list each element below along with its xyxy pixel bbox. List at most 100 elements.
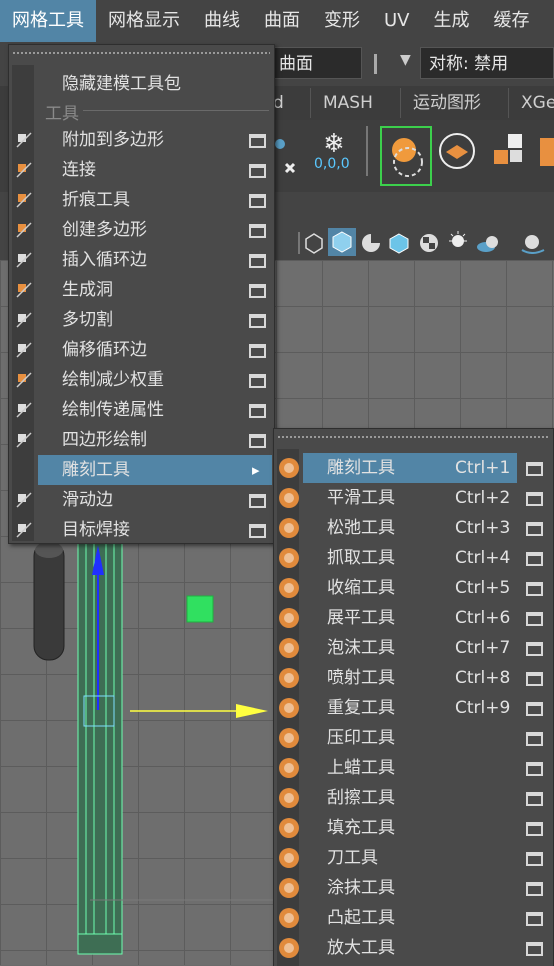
menu-item-create-polygon[interactable]: 创建多边形 bbox=[38, 215, 272, 245]
menu-set-selector[interactable]: 曲面 bbox=[270, 47, 362, 79]
option-box-icon[interactable] bbox=[526, 912, 543, 926]
checker-icon[interactable] bbox=[418, 232, 440, 259]
option-box-icon[interactable] bbox=[526, 702, 543, 716]
option-box-icon[interactable] bbox=[526, 672, 543, 686]
menu-item-target-weld[interactable]: 目标焊接 bbox=[38, 515, 272, 545]
menu-item-slide-edge[interactable]: 滑动边 bbox=[38, 485, 272, 515]
option-box-icon[interactable] bbox=[249, 284, 266, 298]
sculpt-shelf-button[interactable] bbox=[380, 126, 432, 186]
option-box-icon[interactable] bbox=[526, 792, 543, 806]
menu-item-quad-draw[interactable]: 四边形绘制 bbox=[38, 425, 272, 455]
sculpt-menu-item[interactable]: 平滑工具 Ctrl+2 bbox=[303, 483, 517, 513]
symmetry-selector[interactable]: 对称: 禁用 bbox=[420, 47, 554, 79]
sculpt-menu-item[interactable]: 凸起工具 bbox=[303, 903, 517, 933]
textured-icon[interactable] bbox=[388, 232, 410, 259]
wireframe-icon[interactable] bbox=[304, 232, 324, 259]
multi-cut-icon bbox=[14, 310, 34, 330]
menu-surfaces[interactable]: 曲面 bbox=[252, 0, 312, 42]
option-box-icon[interactable] bbox=[249, 134, 266, 148]
sculpt-menu-item[interactable]: 刀工具 bbox=[303, 843, 517, 873]
menu-item-crease[interactable]: 折痕工具 bbox=[38, 185, 272, 215]
menu-deform[interactable]: 变形 bbox=[312, 0, 372, 42]
menu-item-connect[interactable]: 连接 bbox=[38, 155, 272, 185]
option-box-icon[interactable] bbox=[526, 762, 543, 776]
option-box-icon[interactable] bbox=[249, 224, 266, 238]
submenu-tearoff[interactable] bbox=[278, 431, 549, 443]
shelf-tab-motion-graphics[interactable]: 运动图形 bbox=[400, 88, 493, 118]
menu-item-insert-edge-loop[interactable]: 插入循环边 bbox=[38, 245, 272, 275]
option-box-icon[interactable] bbox=[526, 582, 543, 596]
sculpt-tool-label: 上蜡工具 bbox=[327, 758, 395, 778]
sculpt-menu-item[interactable]: 刮擦工具 bbox=[303, 783, 517, 813]
menu-item-multi-cut[interactable]: 多切割 bbox=[38, 305, 272, 335]
sculpt-menu-item[interactable]: 压印工具 bbox=[303, 723, 517, 753]
option-box-icon[interactable] bbox=[249, 314, 266, 328]
menu-tearoff[interactable] bbox=[13, 47, 270, 59]
menu-uv[interactable]: UV bbox=[372, 0, 422, 42]
slide-edge-icon bbox=[14, 490, 34, 510]
menu-curves[interactable]: 曲线 bbox=[192, 0, 252, 42]
light-icon[interactable] bbox=[446, 230, 470, 259]
sculpt-menu-item[interactable]: 抓取工具 Ctrl+4 bbox=[303, 543, 517, 573]
offset-edge-loop-icon bbox=[14, 340, 34, 360]
menu-item-append-polygon[interactable]: 附加到多边形 bbox=[38, 125, 272, 155]
snowflake-icon[interactable]: ❄ 0,0,0 bbox=[312, 128, 356, 184]
option-box-icon[interactable] bbox=[249, 344, 266, 358]
option-box-icon[interactable] bbox=[249, 374, 266, 388]
sculpt-menu-item[interactable]: 喷射工具 Ctrl+8 bbox=[303, 663, 517, 693]
option-box-icon[interactable] bbox=[526, 822, 543, 836]
sculpt-tool-label: 压印工具 bbox=[327, 728, 395, 748]
option-box-icon[interactable] bbox=[249, 434, 266, 448]
option-box-icon[interactable] bbox=[249, 524, 266, 538]
plane-shelf-icon[interactable] bbox=[438, 132, 476, 170]
option-box-icon[interactable] bbox=[526, 462, 543, 476]
sculpt-menu-item[interactable]: 填充工具 bbox=[303, 813, 517, 843]
menu-mesh-display[interactable]: 网格显示 bbox=[96, 0, 192, 42]
shelf-tab-mash[interactable]: MASH bbox=[310, 88, 385, 118]
menu-item-paint-reduce-weights[interactable]: 绘制减少权重 bbox=[38, 365, 272, 395]
menu-item-make-hole[interactable]: 生成洞 bbox=[38, 275, 272, 305]
option-box-icon[interactable] bbox=[249, 194, 266, 208]
sculpt-menu-item[interactable]: 涂抹工具 bbox=[303, 873, 517, 903]
sculpt-menu-item[interactable]: 泡沫工具 Ctrl+7 bbox=[303, 633, 517, 663]
option-box-icon[interactable] bbox=[526, 852, 543, 866]
option-box-icon[interactable] bbox=[526, 492, 543, 506]
option-box-icon[interactable] bbox=[249, 404, 266, 418]
option-box-icon[interactable] bbox=[249, 494, 266, 508]
sculpt-brush-icon bbox=[279, 818, 299, 838]
option-box-icon[interactable] bbox=[526, 942, 543, 956]
sculpt-menu-item[interactable]: 收缩工具 Ctrl+5 bbox=[303, 573, 517, 603]
default-material-icon[interactable] bbox=[360, 232, 382, 259]
menu-item-label: 附加到多边形 bbox=[62, 130, 164, 150]
option-box-icon[interactable] bbox=[526, 522, 543, 536]
option-box-icon[interactable] bbox=[249, 164, 266, 178]
menu-generate[interactable]: 生成 bbox=[422, 0, 482, 42]
option-box-icon[interactable] bbox=[249, 254, 266, 268]
blocks-shelf-icon[interactable] bbox=[492, 132, 530, 172]
menu-item-paint-transfer-attributes[interactable]: 绘制传递属性 bbox=[38, 395, 272, 425]
sculpt-menu-item[interactable]: 放大工具 bbox=[303, 933, 517, 963]
option-box-icon[interactable] bbox=[526, 612, 543, 626]
menu-item-sculpt-tools[interactable]: 雕刻工具 ▸ bbox=[38, 455, 272, 485]
sculpt-menu-item[interactable]: 松弛工具 Ctrl+3 bbox=[303, 513, 517, 543]
menu-mesh-tools[interactable]: 网格工具 bbox=[0, 0, 96, 42]
option-box-icon[interactable] bbox=[526, 552, 543, 566]
sculpt-menu-item[interactable]: 雕刻工具 Ctrl+1 bbox=[303, 453, 517, 483]
option-box-icon[interactable] bbox=[526, 642, 543, 656]
option-box-icon[interactable] bbox=[526, 882, 543, 896]
shelf-tab-xgen[interactable]: XGe bbox=[508, 88, 554, 118]
cube-shelf-icon[interactable] bbox=[540, 138, 554, 166]
sculpt-tool-label: 刀工具 bbox=[327, 848, 378, 868]
dropdown-arrow-icon[interactable]: ▼ bbox=[400, 52, 411, 68]
merge-icon[interactable] bbox=[272, 134, 300, 174]
option-box-icon[interactable] bbox=[526, 732, 543, 746]
ambient-occlusion-icon[interactable] bbox=[518, 232, 548, 259]
menu-item-offset-edge-loop[interactable]: 偏移循环边 bbox=[38, 335, 272, 365]
sculpt-menu-item[interactable]: 重复工具 Ctrl+9 bbox=[303, 693, 517, 723]
smooth-shade-icon[interactable] bbox=[328, 228, 356, 256]
menu-cache[interactable]: 缓存 bbox=[482, 0, 542, 42]
sculpt-menu-item[interactable]: 展平工具 Ctrl+6 bbox=[303, 603, 517, 633]
shadow-icon[interactable] bbox=[476, 232, 500, 259]
sculpt-menu-item[interactable]: 上蜡工具 bbox=[303, 753, 517, 783]
hide-modeling-toolkit-item[interactable]: 隐藏建模工具包 bbox=[9, 69, 272, 99]
